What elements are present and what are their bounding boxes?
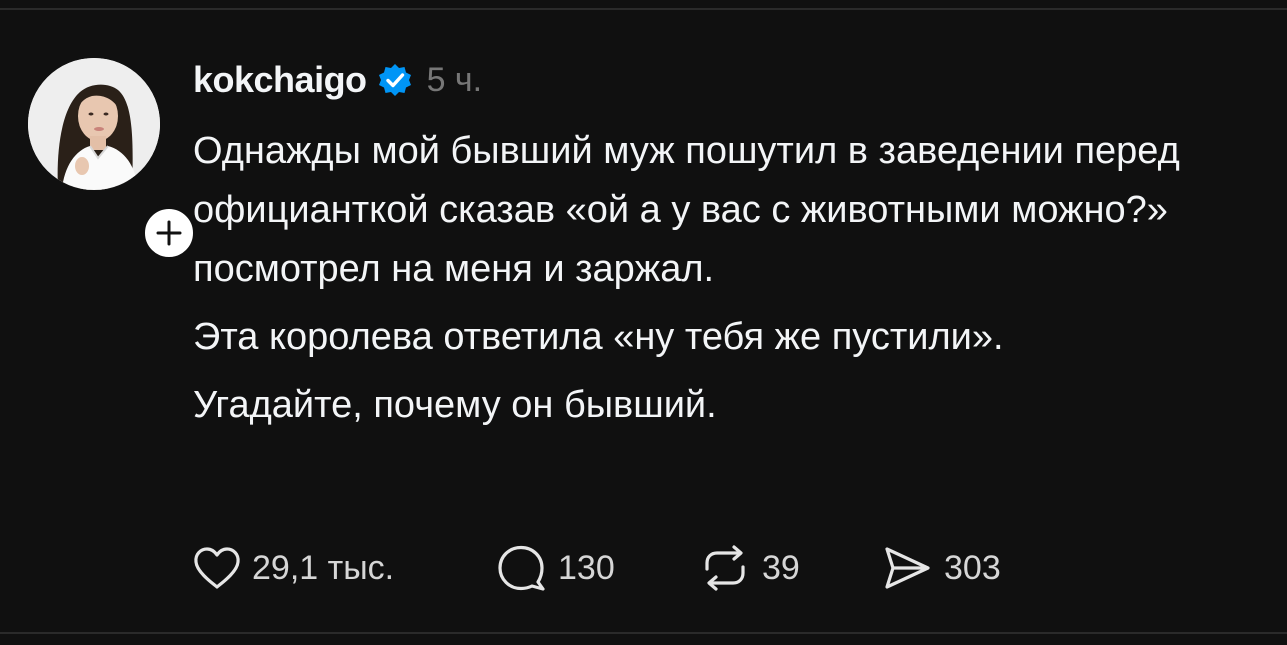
verified-badge-icon: [377, 62, 413, 98]
like-button[interactable]: 29,1 тыс.: [192, 545, 494, 591]
comment-button[interactable]: 130: [494, 543, 698, 593]
bottom-divider: [0, 632, 1287, 634]
share-button[interactable]: 303: [880, 543, 1001, 593]
post-actions: 29,1 тыс. 130 39 303: [192, 540, 1001, 596]
post-body: Однажды мой бывший муж пошутил в заведен…: [193, 122, 1263, 435]
post-timestamp[interactable]: 5 ч.: [427, 61, 483, 100]
post-paragraph: Эта королева ответила «ну тебя же пустил…: [193, 316, 1004, 358]
plus-icon: [156, 220, 182, 246]
follow-button[interactable]: [140, 204, 198, 262]
top-divider: [0, 8, 1287, 10]
share-count: 303: [944, 548, 1001, 587]
comment-count: 130: [558, 548, 615, 587]
avatar[interactable]: [28, 58, 160, 190]
post-header: kokchaigo 5 ч.: [193, 56, 482, 104]
repost-button[interactable]: 39: [698, 543, 880, 593]
heart-icon: [194, 547, 240, 589]
repost-icon: [705, 545, 745, 591]
author-avatar-container[interactable]: [28, 58, 198, 262]
comment-bubble-icon: [498, 545, 545, 591]
send-icon: [885, 547, 930, 589]
post-paragraph: Однажды мой бывший муж пошутил в заведен…: [193, 130, 1180, 290]
avatar-photo: [28, 58, 160, 190]
thread-post: kokchaigo 5 ч. Однажды мой бывший муж по…: [0, 0, 1287, 645]
repost-count: 39: [762, 548, 800, 587]
username-link[interactable]: kokchaigo: [193, 59, 367, 101]
post-paragraph: Угадайте, почему он бывший.: [193, 384, 717, 426]
like-count: 29,1 тыс.: [252, 548, 395, 587]
